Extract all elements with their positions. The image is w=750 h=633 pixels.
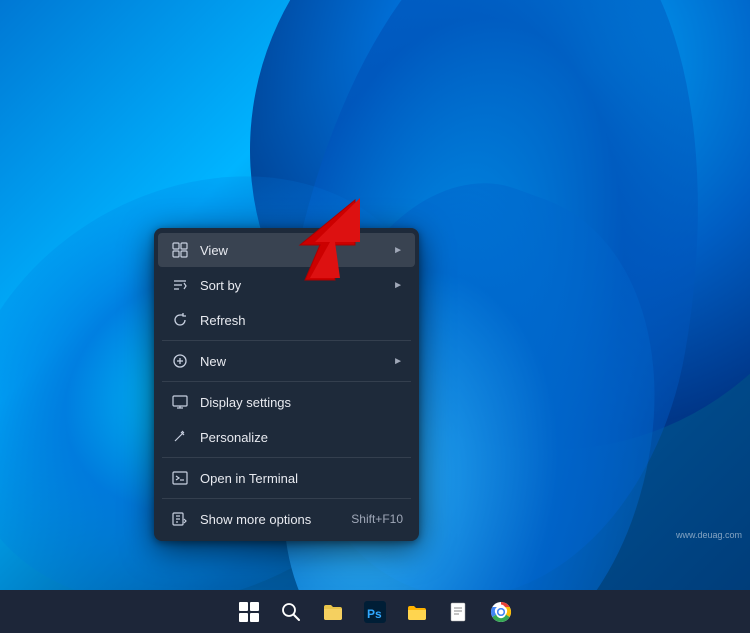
- new-icon: [170, 351, 190, 371]
- start-button[interactable]: [230, 593, 268, 631]
- refresh-icon: [170, 310, 190, 330]
- more-label: Show more options: [200, 512, 351, 527]
- divider-1: [162, 340, 411, 341]
- menu-item-view[interactable]: View ►: [158, 233, 415, 267]
- menu-item-new[interactable]: New ►: [158, 344, 415, 378]
- note-icon: [449, 602, 469, 622]
- search-button[interactable]: [272, 593, 310, 631]
- refresh-label: Refresh: [200, 313, 403, 328]
- display-label: Display settings: [200, 395, 403, 410]
- chrome-icon: [490, 601, 512, 623]
- folder-icon: [322, 601, 344, 623]
- folder2-icon: [406, 601, 428, 623]
- display-icon: [170, 392, 190, 412]
- new-label: New: [200, 354, 393, 369]
- sort-arrow: ►: [393, 280, 403, 291]
- view-label: View: [200, 243, 393, 258]
- desktop: View ► Sort by ►: [0, 0, 750, 590]
- context-menu: View ► Sort by ►: [154, 228, 419, 541]
- personalize-label: Personalize: [200, 430, 403, 445]
- windows-logo: [239, 602, 259, 622]
- terminal-label: Open in Terminal: [200, 471, 403, 486]
- view-icon: [170, 240, 190, 260]
- search-icon: [281, 602, 301, 622]
- svg-text:Ps: Ps: [367, 607, 382, 621]
- folders-button[interactable]: [398, 593, 436, 631]
- more-icon: [170, 509, 190, 529]
- sort-icon: [170, 275, 190, 295]
- ps-icon: Ps: [364, 601, 386, 623]
- personalize-icon: [170, 427, 190, 447]
- notepad-button[interactable]: [440, 593, 478, 631]
- menu-item-terminal[interactable]: Open in Terminal: [158, 461, 415, 495]
- terminal-icon: [170, 468, 190, 488]
- view-arrow: ►: [393, 245, 403, 256]
- divider-4: [162, 498, 411, 499]
- divider-3: [162, 457, 411, 458]
- menu-item-sort[interactable]: Sort by ►: [158, 268, 415, 302]
- menu-item-display[interactable]: Display settings: [158, 385, 415, 419]
- menu-item-refresh[interactable]: Refresh: [158, 303, 415, 337]
- menu-item-personalize[interactable]: Personalize: [158, 420, 415, 454]
- divider-2: [162, 381, 411, 382]
- menu-item-more[interactable]: Show more options Shift+F10: [158, 502, 415, 536]
- photoshop-button[interactable]: Ps: [356, 593, 394, 631]
- more-shortcut: Shift+F10: [351, 512, 403, 526]
- taskbar: Ps: [0, 590, 750, 633]
- file-explorer-button[interactable]: [314, 593, 352, 631]
- new-arrow: ►: [393, 356, 403, 367]
- sort-label: Sort by: [200, 278, 393, 293]
- watermark: www.deuag.com: [676, 530, 742, 540]
- chrome-button[interactable]: [482, 593, 520, 631]
